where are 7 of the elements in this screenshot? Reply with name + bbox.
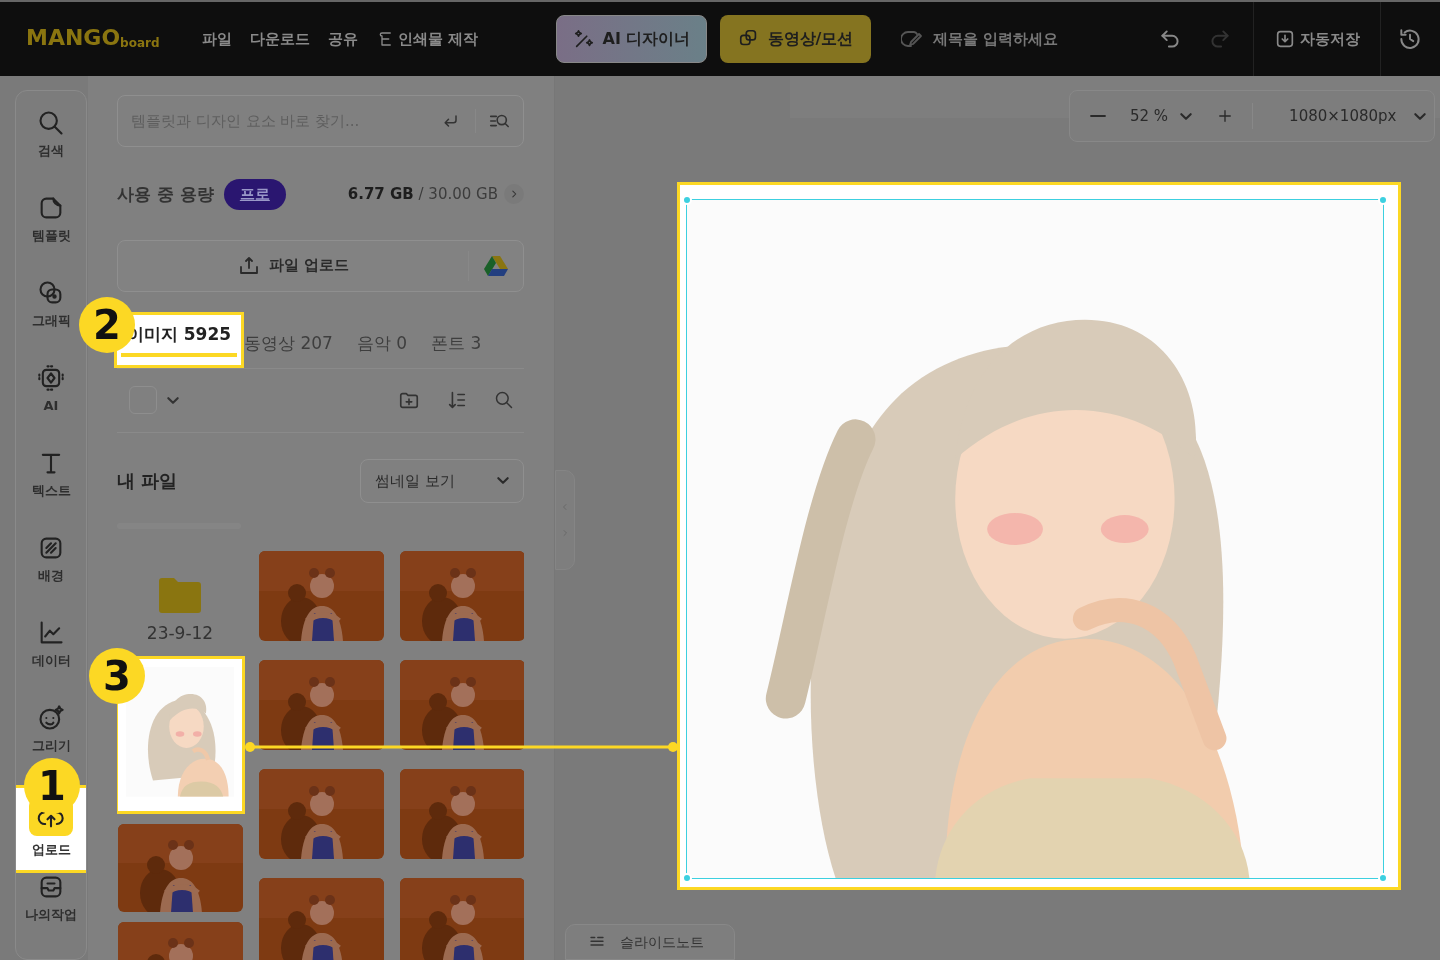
storage-usage: 6.77 GB / 30.00 GB	[347, 184, 498, 206]
zoom-level: 52 %	[1130, 105, 1169, 127]
canvas-size: 1080×1080px	[1289, 105, 1397, 127]
storage-label: 사용 중 용량	[117, 182, 214, 206]
section-title: 내 파일	[117, 469, 178, 494]
folder-name: 23-9-12	[146, 621, 214, 645]
plan-badge: 프로	[223, 178, 286, 210]
